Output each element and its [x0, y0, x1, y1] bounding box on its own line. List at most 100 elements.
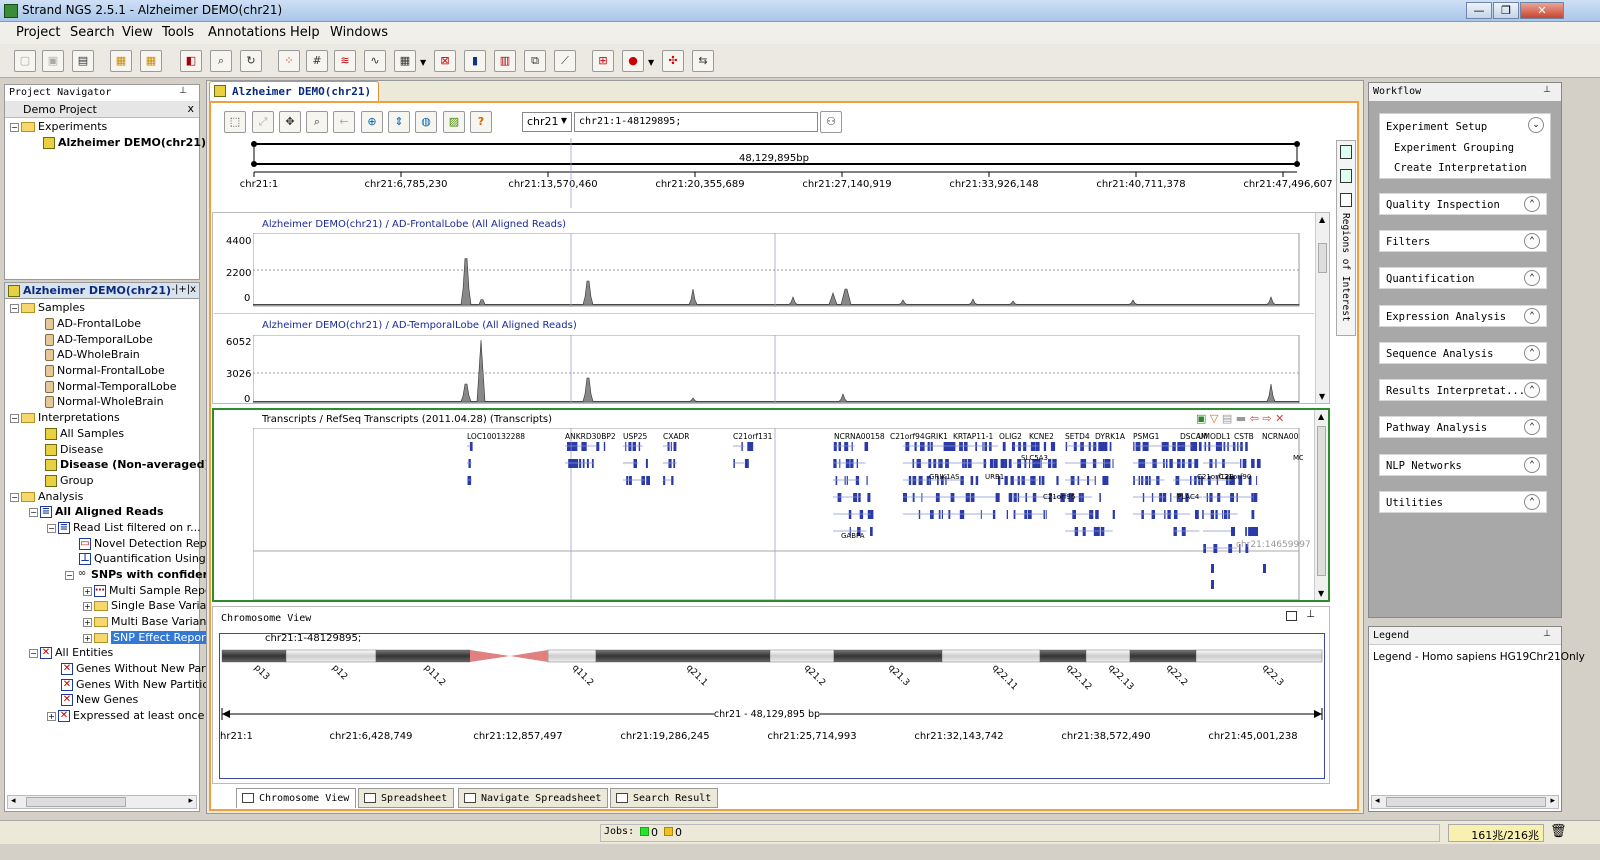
read-list-node[interactable]: − ≡ Read List filtered on r... [47, 520, 201, 536]
menu-annotations[interactable]: Annotations [208, 25, 286, 40]
swap-arrows-icon[interactable]: ⇆ [692, 50, 714, 72]
matrix-plot-icon[interactable]: # [306, 50, 328, 72]
profile-plot-icon[interactable]: ∿ [364, 50, 386, 72]
zoom-region-icon[interactable]: ⌕ [306, 111, 328, 133]
tab-chromosome-view[interactable]: Chromosome View [236, 788, 357, 808]
all-aligned-reads-node[interactable]: − ≡ All Aligned Reads [29, 504, 164, 520]
record-icon[interactable]: ● [622, 50, 644, 72]
workflow-results-interpretation[interactable]: Results Interpretat... ⌃ [1379, 379, 1547, 401]
trash-icon[interactable]: 🗑 [1550, 824, 1567, 839]
browser-refresh-icon[interactable]: ↻ [240, 50, 262, 72]
interpretation-item[interactable]: Disease [45, 442, 103, 458]
memory-indicator[interactable]: 161兆/216兆 [1448, 824, 1544, 842]
close-track-icon[interactable]: ✕ [1275, 412, 1284, 425]
experiment-item[interactable]: Alzheimer DEMO(chr21) [43, 135, 206, 151]
close-button[interactable]: ✕ [1520, 2, 1564, 19]
snp-child-item[interactable]: + Single Base Variar [83, 598, 211, 614]
network-icon[interactable]: ✣ [662, 50, 684, 72]
bar-chart-icon[interactable]: ▥ [494, 50, 516, 72]
pin-icon[interactable]: ⊥ [1543, 629, 1551, 639]
grid-alt-icon[interactable]: ▦ [140, 50, 162, 72]
analysis-node[interactable]: − Analysis [10, 489, 83, 505]
workflow-quality-inspection[interactable]: Quality Inspection ⌃ [1379, 193, 1547, 215]
export-image-icon[interactable]: ▨ [443, 111, 465, 133]
collapse-icon[interactable]: ⌄ [1528, 117, 1544, 133]
sample-item[interactable]: Normal-TemporalLobe [45, 379, 177, 395]
interpretations-node[interactable]: − Interpretations [10, 410, 120, 426]
spreadsheet-dropdown-icon[interactable]: ▼ [420, 58, 426, 67]
snp-child-item[interactable]: + Multi Base Variant [83, 614, 211, 630]
scroll-vertical-icon[interactable]: ⇕ [388, 111, 410, 133]
record-dropdown-icon[interactable]: ▼ [648, 58, 654, 67]
menu-project[interactable]: Project [16, 25, 60, 40]
all-entities-node[interactable]: − ✕ All Entities [29, 645, 113, 661]
workflow-quantification[interactable]: Quantification ⌃ [1379, 267, 1547, 289]
back-icon[interactable]: ← [333, 111, 355, 133]
legend-scrollbar[interactable]: ◂ ▸ [1371, 795, 1559, 809]
track1-coverage-plot[interactable] [253, 233, 1300, 307]
zoom-browser-icon[interactable]: ⌕ [210, 50, 232, 72]
region-tool-icon[interactable] [1340, 193, 1352, 207]
region-tool-icon[interactable] [1340, 169, 1352, 183]
zoom-in-icon[interactable]: ⊕ [361, 111, 383, 133]
minimize-track-icon[interactable]: ▬ [1236, 412, 1246, 425]
samples-node[interactable]: − Samples [10, 300, 85, 316]
save-icon[interactable]: ▤ [72, 50, 94, 72]
workflow-pathway-analysis[interactable]: Pathway Analysis ⌃ [1379, 416, 1547, 438]
maximize-panel-icon[interactable] [1286, 611, 1297, 621]
workflow-utilities[interactable]: Utilities ⌃ [1379, 491, 1547, 513]
novel-detection-item[interactable]: ▭ Novel Detection Repo [79, 536, 213, 552]
sample-item[interactable]: Normal-WholeBrain [45, 394, 164, 410]
entity-item[interactable]: ✕ New Genes [61, 692, 138, 708]
globe-icon[interactable]: ◍ [415, 111, 437, 133]
new-project-icon[interactable]: ▢ [14, 50, 36, 72]
overview-ruler[interactable]: 48,129,895bp chr21:1 chr21:6,785,230 chr21… [214, 138, 1334, 208]
scrollbar-thumb[interactable] [26, 797, 126, 807]
ideogram[interactable]: p13 p12 p11.2 q11.2 q21.1 q21.2 q21.3 q22.11 q22… [220, 646, 1324, 758]
table-icon[interactable]: ▤ [1222, 412, 1232, 425]
sample-item[interactable]: AD-WholeBrain [45, 347, 140, 363]
region-tool-icon[interactable] [1340, 145, 1352, 159]
maximize-button[interactable]: ❐ [1493, 2, 1519, 19]
workflow-expression-analysis[interactable]: Expression Analysis ⌃ [1379, 305, 1547, 327]
track2-coverage-plot[interactable] [253, 335, 1300, 403]
interpretation-item[interactable]: Group [45, 473, 94, 489]
move-right-icon[interactable]: ⇨ [1262, 412, 1271, 425]
quantification-item[interactable]: ⊥ Quantification Using K [79, 551, 217, 567]
tracks-scrollbar[interactable]: ▲ ▼ [1315, 213, 1329, 403]
pin-icon[interactable]: ⊥ [179, 86, 187, 96]
interpretation-item[interactable]: All Samples [45, 426, 124, 442]
histogram-icon[interactable]: ▮ [464, 50, 486, 72]
experiment-setup-title[interactable]: Experiment Setup [1386, 121, 1487, 133]
menu-tools[interactable]: Tools [162, 25, 194, 40]
line-chart-icon[interactable]: ⟋ [554, 50, 576, 72]
sample-item[interactable]: AD-TemporalLobe [45, 332, 153, 348]
menu-view[interactable]: View [122, 25, 153, 40]
tree-window-controls[interactable]: -|+|x [171, 284, 196, 295]
workflow-link-create-interpretation[interactable]: Create Interpretation [1394, 162, 1527, 174]
snp-child-item[interactable]: + ⋯ Multi Sample Repo [83, 583, 212, 599]
snp-child-item-selected[interactable]: + SNP Effect Repor [83, 630, 208, 646]
project-header[interactable]: Demo Project x [5, 101, 199, 118]
box-plot-icon[interactable]: ⊠ [434, 50, 456, 72]
genome-browser-icon[interactable]: ◧ [180, 50, 202, 72]
tab-spreadsheet[interactable]: Spreadsheet [358, 788, 455, 808]
venn-icon[interactable]: ⧉ [524, 50, 546, 72]
pin-icon[interactable]: ⊥ [1543, 85, 1551, 95]
workflow-nlp-networks[interactable]: NLP Networks ⌃ [1379, 454, 1547, 476]
workflow-filters[interactable]: Filters ⌃ [1379, 230, 1547, 252]
entity-item[interactable]: + ✕ Expressed at least once [47, 708, 204, 724]
workflow-sequence-analysis[interactable]: Sequence Analysis ⌃ [1379, 342, 1547, 364]
open-project-icon[interactable]: ▣ [42, 50, 64, 72]
tree-horizontal-scrollbar[interactable]: ◂ ▸ [7, 795, 197, 809]
workflow-link-experiment-grouping[interactable]: Experiment Grouping [1394, 142, 1514, 154]
sample-item[interactable]: Normal-FrontalLobe [45, 363, 165, 379]
tab-search-result[interactable]: Search Result [610, 788, 719, 808]
pin-icon[interactable]: ⊥ [1306, 609, 1315, 620]
move-left-icon[interactable]: ⇦ [1250, 412, 1259, 425]
binoculars-search-icon[interactable]: ⚇ [820, 111, 842, 133]
menu-search[interactable]: Search [70, 25, 115, 40]
regions-of-interest-panel[interactable]: Regions of Interest [1336, 140, 1356, 336]
scatter-plot-icon[interactable]: ⁘ [278, 50, 300, 72]
project-close-icon[interactable]: x [187, 102, 194, 115]
